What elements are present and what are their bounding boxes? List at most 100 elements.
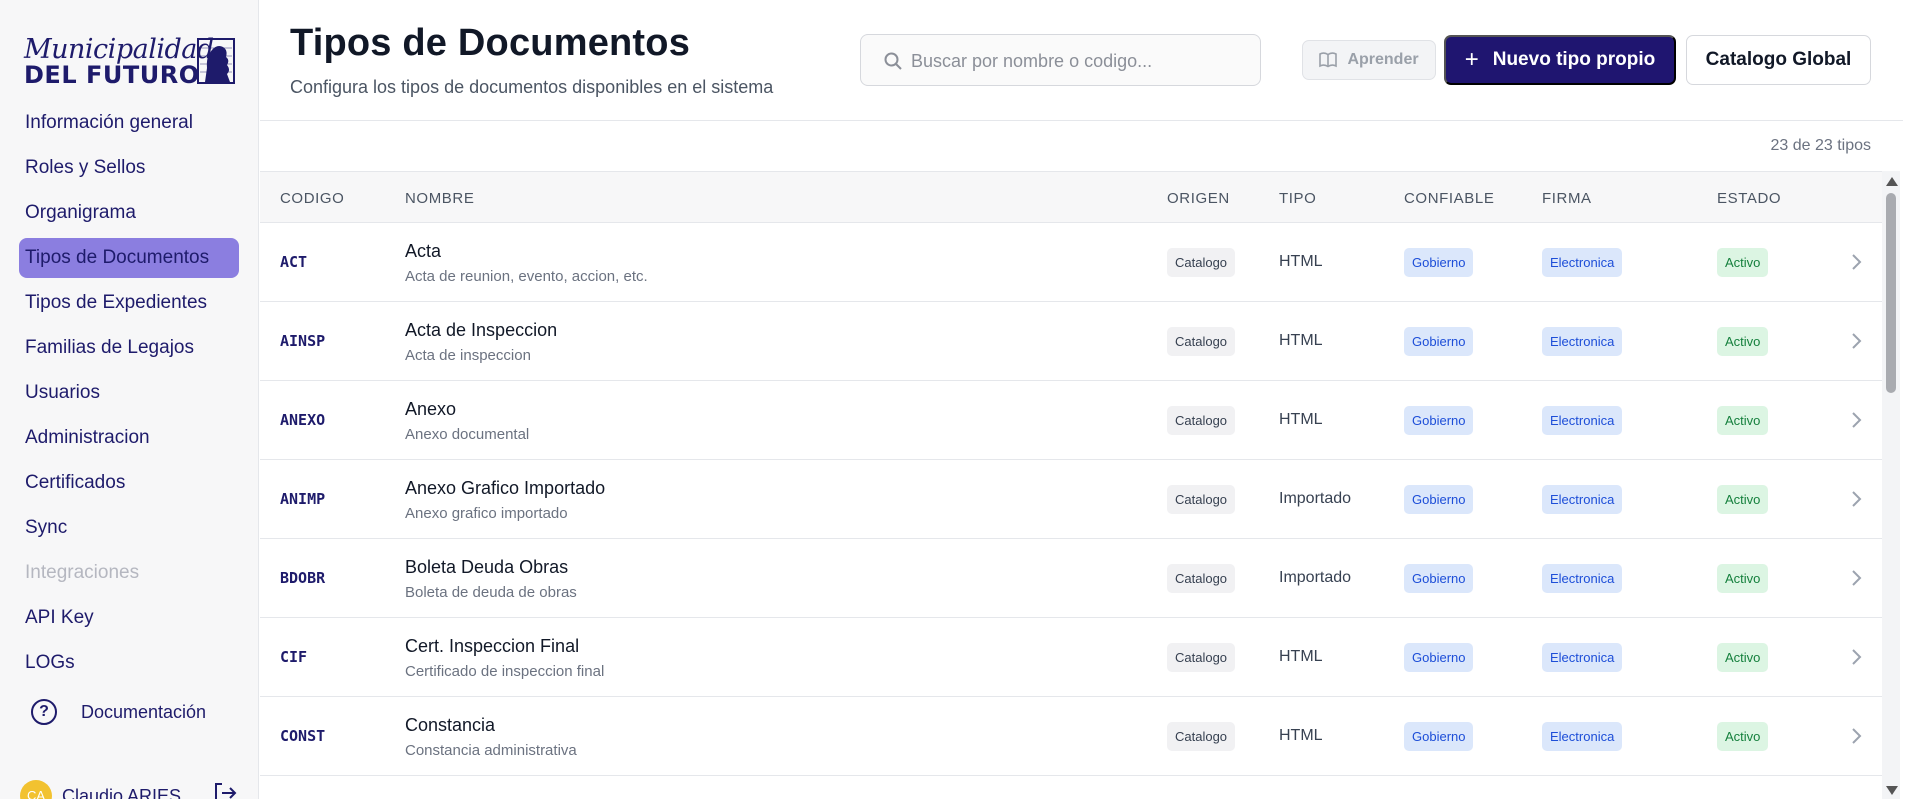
row-type: Importado [1279, 569, 1352, 586]
table-scrollbar[interactable] [1882, 171, 1900, 799]
avatar: CA [20, 780, 52, 799]
table-row[interactable]: ANIMP Anexo Grafico Importado Anexo graf… [260, 460, 1882, 539]
status-badge: Activo [1717, 406, 1769, 435]
table-header: CODIGO NOMBRE ORIGEN TIPO CONFIABLE FIRM… [260, 171, 1882, 223]
chevron-right-icon[interactable] [1850, 332, 1862, 350]
trust-badge: Gobierno [1404, 248, 1474, 277]
sidebar-item-tipos-de-documentos[interactable]: Tipos de Documentos [19, 238, 239, 278]
column-header-estado[interactable]: ESTADO [1717, 190, 1781, 207]
learn-button[interactable]: Aprender [1302, 40, 1436, 80]
documentacion-label: Documentación [81, 701, 207, 722]
row-description: Constancia administrativa [405, 742, 577, 759]
global-catalog-button-label: Catalogo Global [1705, 49, 1852, 70]
signature-badge: Electronica [1542, 722, 1623, 751]
sidebar-item-api-key[interactable]: API Key [19, 598, 239, 638]
table-row[interactable]: ACT Acta Acta de reunion, evento, accion… [260, 223, 1882, 302]
scroll-up-icon[interactable] [1886, 177, 1898, 186]
status-badge: Activo [1717, 485, 1769, 514]
sidebar-item-roles-y-sellos[interactable]: Roles y Sellos [19, 148, 239, 188]
row-name: Anexo [405, 399, 457, 419]
sidebar: Municipalidad DEL FUTURO Información gen… [0, 0, 259, 799]
municipality-logo[interactable]: Municipalidad DEL FUTURO [20, 34, 236, 89]
trust-badge: Gobierno [1404, 485, 1474, 514]
row-name: Anexo Grafico Importado [405, 478, 606, 498]
plus-icon: + [1464, 46, 1479, 73]
sidebar-item-integraciones: Integraciones [25, 562, 140, 583]
origin-badge: Catalogo [1167, 248, 1236, 277]
book-icon [1319, 52, 1338, 68]
column-header-nombre[interactable]: NOMBRE [405, 190, 474, 207]
sidebar-item-administracion[interactable]: Administracion [19, 418, 239, 458]
table-row[interactable]: BDOBR Boleta Deuda Obras Boleta de deuda… [260, 539, 1882, 618]
table-row[interactable]: ANEXO Anexo Anexo documental Catalogo HT… [260, 381, 1882, 460]
new-type-button[interactable]: + Nuevo tipo propio [1444, 35, 1676, 85]
row-code: ACT [280, 253, 308, 271]
row-type: Importado [1279, 490, 1352, 507]
row-description: Anexo grafico importado [405, 505, 568, 522]
sidebar-item-informacion-general[interactable]: Información general [19, 103, 239, 143]
sidebar-item-documentacion[interactable]: ? Documentación [31, 694, 206, 730]
origin-badge: Catalogo [1167, 406, 1236, 435]
page-title: Tipos de Documentos [290, 22, 691, 64]
new-type-button-label: Nuevo tipo propio [1492, 49, 1656, 70]
row-code: ANIMP [280, 490, 326, 508]
sidebar-item-sync[interactable]: Sync [19, 508, 239, 548]
origin-badge: Catalogo [1167, 327, 1236, 356]
sidebar-item-organigrama[interactable]: Organigrama [19, 193, 239, 233]
sidebar-item-tipos-de-expedientes[interactable]: Tipos de Expedientes [19, 283, 239, 323]
status-badge: Activo [1717, 564, 1769, 593]
column-header-tipo[interactable]: TIPO [1279, 190, 1316, 207]
row-type: HTML [1279, 411, 1323, 428]
row-name: Constancia [405, 715, 496, 735]
scroll-thumb[interactable] [1886, 193, 1896, 393]
chevron-right-icon[interactable] [1850, 727, 1862, 745]
sidebar-item-familias-de-legajos[interactable]: Familias de Legajos [19, 328, 239, 368]
row-name: Acta [405, 241, 442, 261]
user-name: Claudio ARIES [62, 785, 182, 799]
origin-badge: Catalogo [1167, 485, 1236, 514]
scroll-down-icon[interactable] [1886, 786, 1898, 795]
row-code: ANEXO [280, 411, 326, 429]
sidebar-item-certificados[interactable]: Certificados [19, 463, 239, 503]
column-header-codigo[interactable]: CODIGO [280, 190, 344, 207]
table-row[interactable]: CONST Constancia Constancia administrati… [260, 697, 1882, 776]
row-code: BDOBR [280, 569, 326, 587]
signature-badge: Electronica [1542, 406, 1623, 435]
help-circle-icon: ? [31, 699, 57, 725]
column-header-origen[interactable]: ORIGEN [1167, 190, 1230, 207]
row-code: AINSP [280, 332, 326, 350]
sidebar-item-logs[interactable]: LOGs [19, 643, 239, 683]
search-icon [884, 52, 902, 70]
trust-badge: Gobierno [1404, 564, 1474, 593]
origin-badge: Catalogo [1167, 564, 1236, 593]
chevron-right-icon[interactable] [1850, 411, 1862, 429]
table-row[interactable]: AINSP Acta de Inspeccion Acta de inspecc… [260, 302, 1882, 381]
sidebar-item-usuarios[interactable]: Usuarios [19, 373, 239, 413]
chevron-right-icon[interactable] [1850, 490, 1862, 508]
row-name: Cert. Inspeccion Final [405, 636, 580, 656]
chevron-right-icon[interactable] [1850, 648, 1862, 666]
signature-badge: Electronica [1542, 643, 1623, 672]
chevron-right-icon[interactable] [1850, 253, 1862, 271]
row-code: CONST [280, 727, 326, 745]
search-input[interactable] [911, 45, 1251, 77]
table-row[interactable]: CIF Cert. Inspeccion Final Certificado d… [260, 618, 1882, 697]
status-badge: Activo [1717, 722, 1769, 751]
column-header-confiable[interactable]: CONFIABLE [1404, 190, 1494, 207]
sidebar-nav: Información general Roles y Sellos Organ… [19, 103, 239, 688]
trust-badge: Gobierno [1404, 406, 1474, 435]
global-catalog-button[interactable]: Catalogo Global [1686, 35, 1871, 85]
signature-badge: Electronica [1542, 327, 1623, 356]
origin-badge: Catalogo [1167, 643, 1236, 672]
page-subtitle: Configura los tipos de documentos dispon… [290, 77, 774, 97]
trust-badge: Gobierno [1404, 722, 1474, 751]
row-type: HTML [1279, 727, 1323, 744]
chevron-right-icon[interactable] [1850, 569, 1862, 587]
signature-badge: Electronica [1542, 485, 1623, 514]
row-description: Certificado de inspeccion final [405, 663, 605, 680]
search-box[interactable] [860, 34, 1261, 86]
logout-icon[interactable] [213, 782, 237, 799]
logo-emblem-icon [197, 38, 235, 84]
column-header-firma[interactable]: FIRMA [1542, 190, 1592, 207]
user-profile[interactable]: CA Claudio ARIES [20, 776, 246, 799]
